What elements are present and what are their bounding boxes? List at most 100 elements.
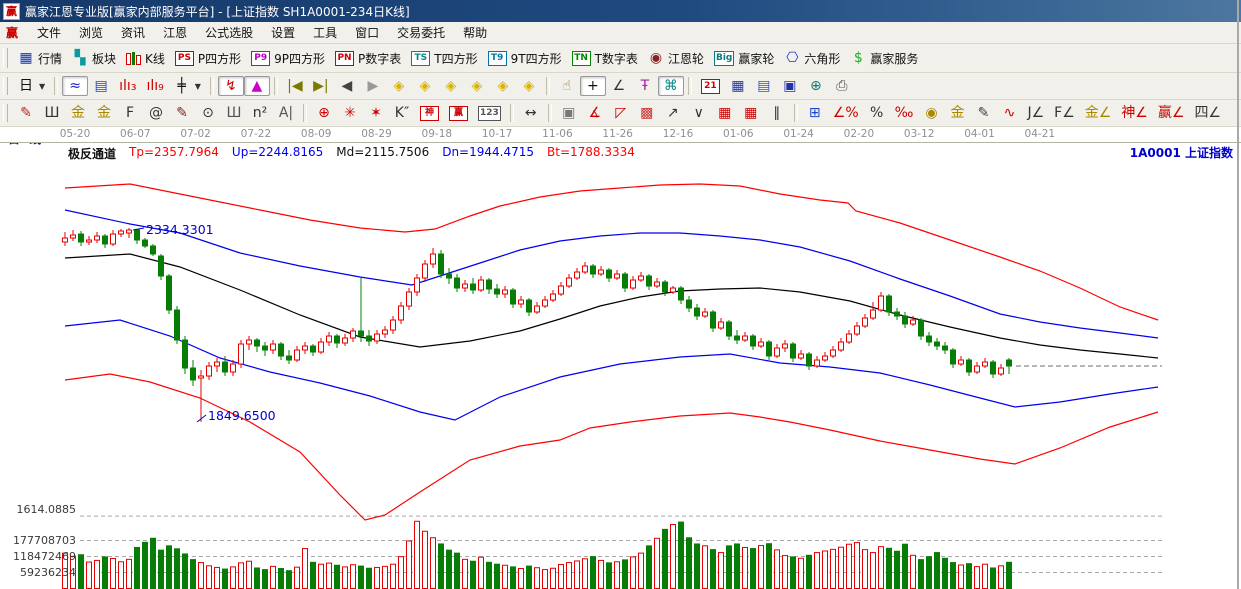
calendar-button[interactable]: 21 bbox=[696, 77, 725, 96]
gold-angle-tool[interactable]: 金∠ bbox=[1080, 103, 1117, 123]
toolbar-grip[interactable] bbox=[3, 48, 8, 68]
bars-3-button[interactable]: ılı₃ bbox=[114, 76, 141, 96]
menu-browse[interactable]: 浏览 bbox=[70, 22, 112, 43]
percent-tool[interactable]: % bbox=[864, 103, 890, 123]
red-grid-tool-2[interactable]: ▦ bbox=[738, 103, 764, 123]
box-handles-tool[interactable]: ▣ bbox=[556, 103, 582, 123]
chart-area[interactable] bbox=[0, 143, 1241, 589]
toolbar-grip[interactable] bbox=[3, 77, 8, 95]
angle-percent-tool[interactable]: ∠% bbox=[828, 103, 864, 123]
pan-hand-button[interactable]: ☝ bbox=[554, 76, 580, 96]
wave-chart-button[interactable]: ≈ bbox=[62, 76, 88, 96]
info-list-button[interactable]: ▤ bbox=[88, 76, 114, 96]
menu-news[interactable]: 资讯 bbox=[112, 22, 154, 43]
j-angle-tool[interactable]: J∠ bbox=[1022, 103, 1049, 123]
gann-diamond-cross-button[interactable]: ◈ bbox=[438, 76, 464, 96]
prev-kline-button[interactable]: ◀ bbox=[334, 76, 360, 96]
menu-tools[interactable]: 工具 bbox=[304, 22, 346, 43]
f-angle-tool[interactable]: F∠ bbox=[1049, 103, 1080, 123]
calculator-button[interactable]: ▦ bbox=[725, 76, 751, 96]
gold-bar-tool[interactable]: 金 bbox=[944, 103, 970, 123]
si-angle-tool[interactable]: 四∠ bbox=[1189, 103, 1226, 123]
parallel-lines-tool[interactable]: ∥ bbox=[764, 103, 790, 123]
period-day-combo[interactable]: 日▼ bbox=[13, 76, 50, 96]
comb-grid-tool[interactable]: Ш bbox=[39, 103, 65, 123]
menu-formula-picker[interactable]: 公式选股 bbox=[196, 22, 262, 43]
crosshair-button[interactable]: + bbox=[580, 76, 606, 96]
print-button[interactable]: ⎙ bbox=[829, 76, 855, 96]
shen-tool[interactable]: 神 bbox=[415, 104, 444, 123]
gann-diamond-center-button[interactable]: ◈ bbox=[516, 76, 542, 96]
notes-button[interactable]: ▤ bbox=[751, 76, 777, 96]
v-dots-tool[interactable]: ∨ bbox=[686, 103, 712, 123]
title-bar[interactable]: 赢 赢家江恩专业版[赢家内部服务平台] - [上证指数 SH1A0001-234… bbox=[0, 0, 1241, 22]
ying-angle-tool[interactable]: 赢∠ bbox=[1153, 103, 1190, 123]
hexagon-button[interactable]: ⎔六角形 bbox=[779, 48, 845, 69]
peak-flag-button[interactable]: ▲ bbox=[244, 76, 270, 96]
p9-square-button[interactable]: P99P四方形 bbox=[246, 48, 330, 69]
market-quotes-button[interactable]: ▦行情 bbox=[13, 48, 67, 69]
toolbar-grip[interactable] bbox=[3, 104, 8, 122]
gann-wheel-button[interactable]: ◉江恩轮 bbox=[643, 48, 709, 69]
column-stats-tool[interactable]: ⊞ bbox=[802, 103, 828, 123]
n-square-tool[interactable]: n² bbox=[247, 103, 273, 123]
candle-style-combo[interactable]: ╪▼ bbox=[169, 76, 206, 96]
a-line-tool[interactable]: A| bbox=[273, 103, 299, 123]
winner-wheel-button[interactable]: Big赢家轮 bbox=[709, 48, 779, 69]
save-button[interactable]: ▣ bbox=[777, 76, 803, 96]
starburst-tool[interactable]: ✳ bbox=[337, 103, 363, 123]
f-comb-tool[interactable]: F bbox=[117, 103, 143, 123]
bars-9-button[interactable]: ılı₉ bbox=[141, 76, 168, 96]
t-square-button[interactable]: TST四方形 bbox=[406, 48, 482, 69]
gann-diamond-expand-button[interactable]: ◈ bbox=[464, 76, 490, 96]
menu-trade-order[interactable]: 交易委托 bbox=[388, 22, 454, 43]
p-square-button[interactable]: PSP四方形 bbox=[170, 48, 246, 69]
next-kline-button[interactable]: ▶ bbox=[360, 76, 386, 96]
width-measure-tool[interactable]: ↔ bbox=[518, 103, 544, 123]
ying-tool[interactable]: 赢 bbox=[444, 104, 473, 123]
gann-diamond-star-button[interactable]: ◈ bbox=[490, 76, 516, 96]
double-wave-tool[interactable]: ∿ bbox=[996, 103, 1022, 123]
t-number-table-button[interactable]: TNT数字表 bbox=[567, 48, 643, 69]
menu-window[interactable]: 窗口 bbox=[346, 22, 388, 43]
ruler-123-tool[interactable]: 123 bbox=[473, 104, 506, 123]
web-sync-button[interactable]: ⊕ bbox=[803, 76, 829, 96]
circle-cross-tool[interactable]: ⊕ bbox=[311, 103, 337, 123]
sector-board-button[interactable]: ▚板块 bbox=[67, 48, 121, 69]
menu-logo-icon[interactable]: 赢 bbox=[6, 24, 18, 41]
ink-pen-tool[interactable]: ✎ bbox=[970, 103, 996, 123]
winner-service-button[interactable]: $赢家服务 bbox=[845, 48, 923, 69]
box-fan-tool[interactable]: ◸ bbox=[608, 103, 634, 123]
circle-degree-tool[interactable]: ⊙ bbox=[195, 103, 221, 123]
symbol-label[interactable]: 1A0001 上证指数 bbox=[1130, 144, 1233, 161]
shen-angle-tool[interactable]: 神∠ bbox=[1116, 103, 1153, 123]
box-web-tool[interactable]: ▩ bbox=[634, 103, 660, 123]
last-kline-button[interactable]: ▶| bbox=[308, 76, 334, 96]
gold-circle-tool[interactable]: ◉ bbox=[918, 103, 944, 123]
menu-help[interactable]: 帮助 bbox=[454, 22, 496, 43]
gann-diamond-right-button[interactable]: ◈ bbox=[412, 76, 438, 96]
trend-arrow-tool[interactable]: ↗ bbox=[660, 103, 686, 123]
radial-web-tool[interactable]: ✶ bbox=[363, 103, 389, 123]
angle-measure-button[interactable]: ∠ bbox=[606, 76, 632, 96]
k-quote-tool[interactable]: K″ bbox=[389, 103, 415, 123]
gold-comb-tool-1[interactable]: 金 bbox=[65, 103, 91, 123]
ray-fan-tool[interactable]: ∡ bbox=[582, 103, 608, 123]
menu-settings[interactable]: 设置 bbox=[262, 22, 304, 43]
zigzag-tool-button[interactable]: ↯ bbox=[218, 76, 244, 96]
menu-file[interactable]: 文件 bbox=[28, 22, 70, 43]
gold-comb-tool-2[interactable]: 金 bbox=[91, 103, 117, 123]
kline-button[interactable]: K线 bbox=[121, 48, 170, 69]
menu-gann[interactable]: 江恩 bbox=[154, 22, 196, 43]
maze-tool-button[interactable]: ⌘ bbox=[658, 76, 684, 96]
tick-comb-tool[interactable]: Ш bbox=[221, 103, 247, 123]
gann-diamond-left-button[interactable]: ◈ bbox=[386, 76, 412, 96]
t9-square-button[interactable]: T99T四方形 bbox=[483, 48, 567, 69]
p-number-table-button[interactable]: PNP数字表 bbox=[330, 48, 406, 69]
pen-comb-tool[interactable]: ✎ bbox=[169, 103, 195, 123]
red-grid-tool-1[interactable]: ▦ bbox=[712, 103, 738, 123]
gann-t-tool-button[interactable]: Ŧ bbox=[632, 76, 658, 96]
first-kline-button[interactable]: |◀ bbox=[282, 76, 308, 96]
permille-line-tool[interactable]: ‰ bbox=[890, 103, 919, 123]
spiral-tool[interactable]: @ bbox=[143, 103, 169, 123]
